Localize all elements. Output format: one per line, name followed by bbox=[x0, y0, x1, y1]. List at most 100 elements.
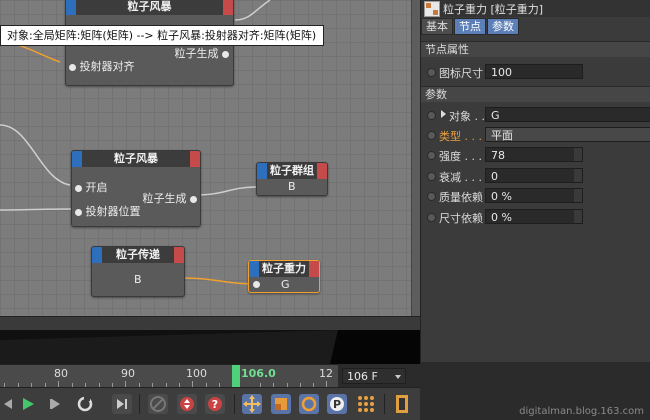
node-title: 粒子风暴 bbox=[114, 152, 158, 165]
spinner-arrows-icon[interactable] bbox=[574, 189, 582, 202]
node-input-port-bar[interactable] bbox=[72, 151, 82, 167]
node-port-in-on[interactable]: 开启 bbox=[75, 179, 108, 195]
scale-icon[interactable] bbox=[271, 394, 291, 414]
section-node-properties[interactable]: 节点属性 bbox=[421, 41, 650, 57]
animate-dot[interactable] bbox=[427, 192, 436, 201]
node-input-port-bar[interactable] bbox=[66, 0, 76, 15]
tab-basic[interactable]: 基本 bbox=[421, 18, 453, 35]
loop-icon[interactable] bbox=[75, 394, 95, 414]
attributes-tabs: 基本 节点 参数 bbox=[421, 18, 520, 36]
animate-dot[interactable] bbox=[427, 172, 436, 181]
expand-triangle-icon[interactable] bbox=[441, 110, 446, 118]
help-icon[interactable]: ? bbox=[205, 394, 225, 414]
node-value: B bbox=[288, 180, 296, 193]
spinner-arrows-icon[interactable] bbox=[574, 210, 582, 223]
node-port-in-emitter-position[interactable]: 投射器位置 bbox=[75, 203, 141, 219]
spinner-arrows-icon[interactable] bbox=[574, 148, 582, 161]
node-output-port-bar[interactable] bbox=[174, 247, 184, 263]
film-strip-icon[interactable] bbox=[392, 394, 412, 414]
row-label: 图标尺寸 bbox=[439, 67, 483, 80]
port-dot[interactable] bbox=[222, 50, 229, 58]
animate-dot[interactable] bbox=[427, 68, 436, 77]
viewport-shape bbox=[0, 330, 420, 364]
points-grid-icon[interactable] bbox=[356, 394, 376, 414]
node-particle-group[interactable]: 粒子群组 B bbox=[256, 162, 328, 196]
chevron-down-icon[interactable] bbox=[395, 375, 401, 379]
row-label: 质量依赖 bbox=[439, 191, 483, 204]
playback-toolbar: ? P bbox=[0, 387, 420, 420]
step-forward-icon[interactable] bbox=[47, 394, 67, 414]
port-dot[interactable] bbox=[75, 208, 82, 216]
mass-dependency-field[interactable]: 0 % bbox=[485, 188, 583, 203]
timeline-playhead[interactable] bbox=[232, 365, 240, 387]
node-header: 粒子风暴 bbox=[66, 0, 233, 15]
attributes-title-bar: 粒子重力 [粒子重力] bbox=[421, 0, 650, 17]
tick-label: 90 bbox=[121, 367, 135, 380]
size-dependency-field[interactable]: 0 % bbox=[485, 209, 583, 224]
node-value: B bbox=[134, 273, 142, 286]
row-label: 对象 . . bbox=[449, 110, 485, 123]
node-title: 粒子群组 bbox=[270, 164, 314, 177]
record-keys-icon[interactable] bbox=[177, 394, 197, 414]
viewport-preview[interactable] bbox=[0, 330, 420, 364]
node-particle-gravity[interactable]: 粒子重力 G bbox=[248, 260, 320, 293]
timeline-ruler[interactable]: 80 90 100 12 106.0 bbox=[0, 364, 338, 387]
particle-gravity-icon bbox=[424, 1, 440, 17]
animate-dot[interactable] bbox=[427, 151, 436, 160]
animate-dot[interactable] bbox=[427, 111, 436, 120]
node-input-port-bar[interactable] bbox=[257, 163, 267, 179]
node-particle-pass[interactable]: 粒子传递 B bbox=[91, 246, 185, 297]
node-port-out-particles[interactable]: 粒子生成 bbox=[143, 190, 197, 206]
tab-parameters[interactable]: 参数 bbox=[487, 18, 519, 35]
port-dot[interactable] bbox=[69, 63, 76, 71]
row-mass-dependency: 质量依赖 0 % bbox=[421, 187, 650, 205]
node-output-port-bar[interactable] bbox=[317, 163, 327, 179]
wire-storm-to-group bbox=[194, 186, 258, 196]
node-output-port-bar[interactable] bbox=[190, 151, 200, 167]
port-dot[interactable] bbox=[190, 195, 197, 203]
node-title: 粒子风暴 bbox=[127, 0, 172, 13]
play-icon[interactable] bbox=[18, 394, 38, 414]
icon-size-field[interactable]: 100 bbox=[485, 64, 583, 79]
node-particle-storm[interactable]: 粒子风暴 开启 粒子生成 投射器位置 bbox=[71, 150, 201, 227]
spinner-arrows-icon[interactable] bbox=[574, 169, 582, 182]
strength-field[interactable]: 78 bbox=[485, 147, 583, 162]
node-port-out-particles[interactable]: 粒子生成 bbox=[175, 45, 229, 61]
parameter-icon[interactable]: P bbox=[327, 394, 347, 414]
node-input-port-bar[interactable] bbox=[249, 261, 259, 277]
wire-left-lower bbox=[0, 208, 73, 211]
row-icon-size: 图标尺寸 100 bbox=[421, 63, 650, 81]
frame-field[interactable]: 106 F bbox=[342, 368, 406, 384]
move-icon[interactable] bbox=[242, 394, 262, 414]
row-size-dependency: 尺寸依赖 0 % bbox=[421, 208, 650, 226]
tick-label: 12 bbox=[319, 367, 333, 380]
rotate-icon[interactable] bbox=[299, 394, 319, 414]
animate-dot[interactable] bbox=[427, 213, 436, 222]
tab-node[interactable]: 节点 bbox=[454, 18, 486, 35]
node-editor[interactable]: 粒子风暴 粒子生成 投射器对齐 粒子风暴 开启 粒子生成 投射器位置 粒子群组 … bbox=[0, 0, 411, 316]
node-title: 粒子重力 bbox=[262, 262, 306, 275]
node-header: 粒子群组 bbox=[257, 163, 327, 179]
object-link-field[interactable]: G bbox=[485, 107, 650, 122]
node-output-port-bar[interactable] bbox=[223, 0, 233, 15]
node-input-port-bar[interactable] bbox=[92, 247, 102, 263]
section-parameters[interactable]: 参数 bbox=[421, 86, 650, 102]
step-back-icon[interactable] bbox=[0, 394, 20, 414]
attributes-panel: 粒子重力 [粒子重力] 基本 节点 参数 节点属性 图标尺寸 100 参数 对象 .… bbox=[420, 0, 650, 362]
node-value: G bbox=[281, 278, 290, 291]
wire-top-right bbox=[234, 0, 271, 21]
current-frame-label: 106.0 bbox=[241, 367, 276, 380]
row-strength: 强度 . . . 78 bbox=[421, 146, 650, 164]
go-to-end-icon[interactable] bbox=[112, 394, 132, 414]
animate-dot[interactable] bbox=[427, 131, 436, 140]
no-entry-icon[interactable] bbox=[148, 394, 168, 414]
node-output-port-bar[interactable] bbox=[309, 261, 319, 277]
type-dropdown[interactable]: 平面 bbox=[485, 127, 650, 142]
tick-label: 80 bbox=[54, 367, 68, 380]
tick-label: 100 bbox=[186, 367, 207, 380]
decay-field[interactable]: 0 bbox=[485, 168, 583, 183]
node-header: 粒子传递 bbox=[92, 247, 184, 263]
port-dot[interactable] bbox=[253, 281, 260, 288]
port-dot[interactable] bbox=[75, 184, 82, 192]
node-port-in-emitter-align[interactable]: 投射器对齐 bbox=[69, 58, 135, 74]
